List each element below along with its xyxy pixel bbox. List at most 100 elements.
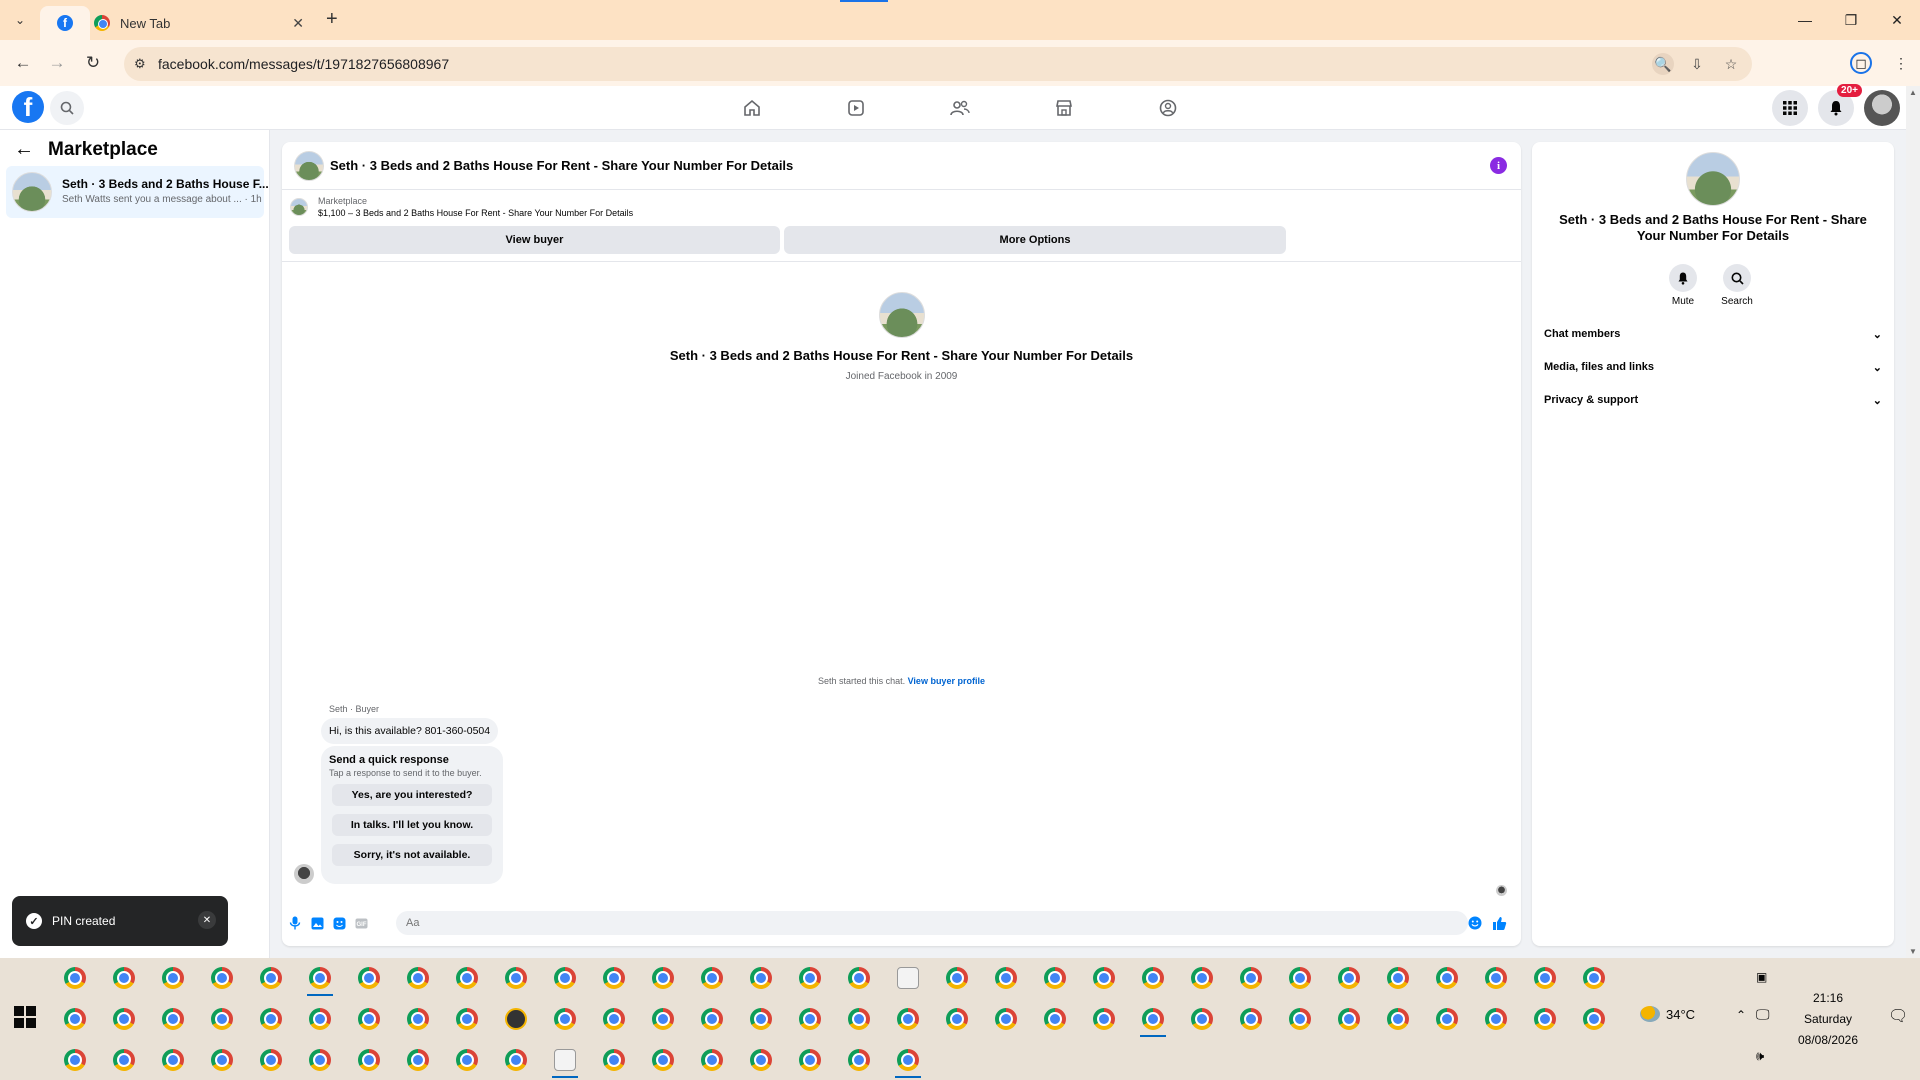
taskbar-clock[interactable]: 21:16 Saturday 08/08/2026 — [1790, 988, 1866, 1051]
taskbar-chrome-icon[interactable] — [344, 958, 393, 998]
show-hidden-icons-icon[interactable]: ⌃ — [1736, 1008, 1746, 1022]
menu-grid-icon[interactable] — [1772, 90, 1808, 126]
scroll-down-icon[interactable]: ▼ — [1909, 947, 1917, 956]
taskbar-chrome-icon[interactable] — [638, 999, 687, 1039]
taskbar-chrome-icon[interactable] — [197, 958, 246, 998]
notifications-bell-icon[interactable]: 20+ — [1818, 84, 1862, 126]
taskbar-chrome-icon[interactable] — [197, 1040, 246, 1080]
close-icon[interactable]: ✕ — [198, 911, 216, 929]
minimize-icon[interactable]: — — [1782, 0, 1828, 40]
taskbar-chrome-icon[interactable] — [344, 999, 393, 1039]
taskbar-chrome-icon[interactable] — [393, 1040, 442, 1080]
weather-widget[interactable]: 34°C — [1640, 1006, 1695, 1022]
volume-icon[interactable]: 🕪 — [1756, 1048, 1764, 1064]
details-avatar[interactable] — [1686, 152, 1740, 206]
taskbar-chrome-icon[interactable] — [50, 999, 99, 1039]
taskbar-chrome-icon[interactable] — [834, 999, 883, 1039]
forward-arrow-icon[interactable]: → — [44, 50, 70, 76]
taskbar-chrome-icon[interactable] — [148, 958, 197, 998]
taskbar-chrome-icon[interactable] — [344, 1040, 393, 1080]
conversation-title[interactable]: Seth · 3 Beds and 2 Baths House For Rent… — [330, 158, 793, 173]
search-icon[interactable] — [50, 91, 84, 125]
listing-thumbnail[interactable] — [290, 198, 308, 216]
bookmark-star-icon[interactable]: ☆ — [1720, 53, 1742, 75]
view-buyer-profile-link[interactable]: View buyer profile — [908, 676, 985, 686]
sender-avatar[interactable] — [294, 864, 314, 884]
restore-icon[interactable]: ❐ — [1828, 0, 1874, 40]
message-input[interactable] — [396, 911, 1468, 935]
taskbar-chrome-icon[interactable] — [687, 1040, 736, 1080]
taskbar-chrome-icon[interactable] — [295, 999, 344, 1039]
taskbar-chrome-icon[interactable] — [1373, 999, 1422, 1039]
taskbar-chrome-icon[interactable] — [1079, 999, 1128, 1039]
taskbar-chrome-icon[interactable] — [246, 958, 295, 998]
taskbar-chrome-icon[interactable] — [1422, 958, 1471, 998]
taskbar-chrome-icon[interactable] — [540, 958, 589, 998]
conversation-avatar[interactable] — [294, 151, 324, 181]
taskbar-chrome-icon[interactable] — [393, 958, 442, 998]
taskbar-chrome-icon[interactable] — [540, 999, 589, 1039]
reload-icon[interactable]: ↻ — [80, 50, 106, 76]
taskbar-chrome-icon[interactable] — [1324, 958, 1373, 998]
profile-avatar[interactable] — [878, 292, 925, 338]
site-settings-icon[interactable]: ⚙ — [134, 56, 146, 72]
taskbar-chrome-icon[interactable] — [1569, 999, 1618, 1039]
taskbar-chrome-icon[interactable] — [589, 999, 638, 1039]
taskbar-chrome-icon[interactable] — [1128, 958, 1177, 998]
taskbar-chrome-icon[interactable] — [1177, 999, 1226, 1039]
tab-close-icon[interactable]: ✕ — [292, 15, 304, 32]
facebook-logo-icon[interactable]: f — [12, 91, 44, 123]
taskbar-chrome-icon[interactable] — [1275, 999, 1324, 1039]
back-arrow-icon[interactable]: ← — [10, 50, 36, 76]
groups-icon[interactable] — [1116, 86, 1220, 130]
zoom-icon[interactable]: 🔍 — [1652, 53, 1674, 75]
quick-response-option[interactable]: Sorry, it's not available. — [332, 844, 492, 866]
taskbar-chrome-icon[interactable] — [99, 958, 148, 998]
close-window-icon[interactable]: ✕ — [1874, 0, 1920, 40]
taskbar-chrome-icon[interactable] — [99, 1040, 148, 1080]
video-icon[interactable] — [804, 86, 908, 130]
taskbar-chrome-icon[interactable] — [736, 999, 785, 1039]
chrome-menu-icon[interactable]: ⋮ — [1890, 52, 1912, 74]
quick-response-option[interactable]: In talks. I'll let you know. — [332, 814, 492, 836]
taskbar-chrome-icon[interactable] — [50, 958, 99, 998]
taskbar-chrome-icon[interactable] — [589, 958, 638, 998]
gif-icon[interactable]: GIF — [352, 914, 370, 932]
photo-icon[interactable] — [308, 914, 326, 932]
taskbar-chrome-icon[interactable] — [1373, 958, 1422, 998]
mute-button[interactable]: Mute — [1658, 264, 1708, 307]
meet-now-icon[interactable]: ▣ — [1756, 970, 1767, 984]
taskbar-chrome-icon[interactable] — [491, 958, 540, 998]
privacy-support-section[interactable]: Privacy & support ⌄ — [1544, 388, 1882, 412]
taskbar-chrome-icon[interactable] — [442, 999, 491, 1039]
taskbar-chrome-icon[interactable] — [1569, 958, 1618, 998]
more-options-button[interactable]: More Options — [784, 226, 1286, 254]
taskbar-chrome-icon[interactable] — [736, 1040, 785, 1080]
taskbar-chrome-icon[interactable] — [1226, 958, 1275, 998]
message-bubble[interactable]: Hi, is this available? 801-360-0504 — [321, 718, 499, 744]
taskbar-chrome-icon[interactable] — [932, 958, 981, 998]
taskbar-chrome-icon[interactable] — [1030, 958, 1079, 998]
taskbar-chrome-icon[interactable] — [1177, 958, 1226, 998]
search-conversation-button[interactable]: Search — [1712, 264, 1762, 307]
taskbar-chrome-icon[interactable] — [687, 958, 736, 998]
taskbar-chrome-icon[interactable] — [50, 1040, 99, 1080]
taskbar-chrome-icon[interactable] — [1275, 958, 1324, 998]
taskbar-chrome-icon[interactable] — [1324, 999, 1373, 1039]
taskbar-chrome-icon[interactable] — [1226, 999, 1275, 1039]
network-icon[interactable]: 🖵 — [1756, 1006, 1770, 1023]
taskbar-chrome-icon[interactable] — [785, 958, 834, 998]
friends-icon[interactable] — [908, 86, 1012, 130]
taskbar-chrome-icon[interactable] — [932, 999, 981, 1039]
taskbar-chrome-icon[interactable] — [981, 958, 1030, 998]
home-icon[interactable] — [700, 86, 804, 130]
taskbar-chrome-icon[interactable] — [981, 999, 1030, 1039]
taskbar-chrome-icon[interactable] — [246, 1040, 295, 1080]
install-app-icon[interactable]: ⇩ — [1686, 53, 1708, 75]
taskbar-chrome-icon[interactable] — [883, 1040, 932, 1080]
profile-icon[interactable]: ◻ — [1850, 52, 1872, 74]
taskbar-app-icon[interactable] — [540, 1040, 589, 1080]
marketplace-icon[interactable] — [1012, 86, 1116, 130]
taskbar-chrome-icon[interactable] — [1128, 999, 1177, 1039]
taskbar-chrome-icon[interactable] — [1422, 999, 1471, 1039]
